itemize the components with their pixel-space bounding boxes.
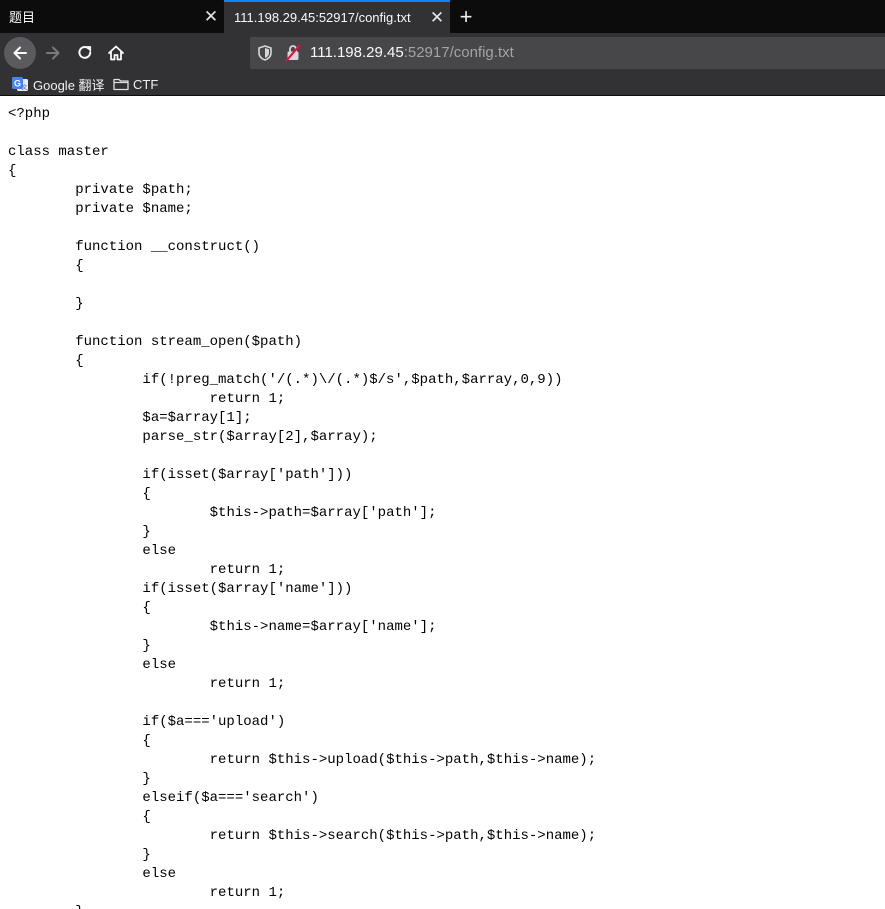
url-host: 111.198.29.45 bbox=[310, 44, 404, 61]
url-path: :52917/config.txt bbox=[403, 44, 514, 61]
tab-1[interactable]: 题目 ✕ bbox=[0, 0, 224, 33]
forward-button[interactable] bbox=[37, 37, 69, 69]
page-content: <?php class master { private $path; priv… bbox=[0, 96, 885, 909]
folder-icon bbox=[113, 77, 129, 91]
home-icon bbox=[108, 45, 124, 61]
tracking-shield-icon[interactable] bbox=[258, 45, 272, 61]
google-translate-icon: G 文 bbox=[11, 76, 29, 92]
bookmark-label: Google 翻译 bbox=[33, 77, 105, 93]
home-button[interactable] bbox=[100, 37, 132, 69]
bookmark-label: CTF bbox=[133, 76, 159, 92]
tab-title: 111.198.29.45:52917/config.txt bbox=[234, 10, 411, 25]
tab-close-icon[interactable]: ✕ bbox=[198, 0, 224, 33]
reload-button[interactable] bbox=[69, 37, 101, 69]
url-bar[interactable]: 111.198.29.45:52917/config.txt bbox=[250, 37, 885, 69]
svg-text:G: G bbox=[14, 79, 21, 89]
bookmarks-toolbar: G 文 Google 翻译 CTF bbox=[0, 73, 885, 96]
bookmark-google-translate[interactable]: G 文 Google 翻译 bbox=[11, 73, 105, 95]
tab-bar: 题目 ✕ 111.198.29.45:52917/config.txt ✕ + bbox=[0, 0, 885, 33]
insecure-lock-icon[interactable] bbox=[285, 44, 301, 62]
php-source-code: <?php class master { private $path; priv… bbox=[8, 106, 597, 909]
tab-close-icon[interactable]: ✕ bbox=[424, 1, 450, 34]
reload-icon bbox=[78, 46, 92, 59]
arrow-right-icon bbox=[46, 46, 60, 60]
back-button[interactable] bbox=[4, 37, 36, 69]
url-text[interactable]: 111.198.29.45:52917/config.txt bbox=[310, 37, 514, 69]
arrow-left-icon bbox=[13, 46, 27, 60]
tab-2-active[interactable]: 111.198.29.45:52917/config.txt ✕ bbox=[224, 0, 450, 33]
new-tab-button[interactable]: + bbox=[452, 0, 480, 33]
tab-title: 题目 bbox=[9, 10, 36, 25]
svg-text:文: 文 bbox=[21, 84, 27, 92]
bookmark-folder-ctf[interactable]: CTF bbox=[113, 73, 158, 95]
